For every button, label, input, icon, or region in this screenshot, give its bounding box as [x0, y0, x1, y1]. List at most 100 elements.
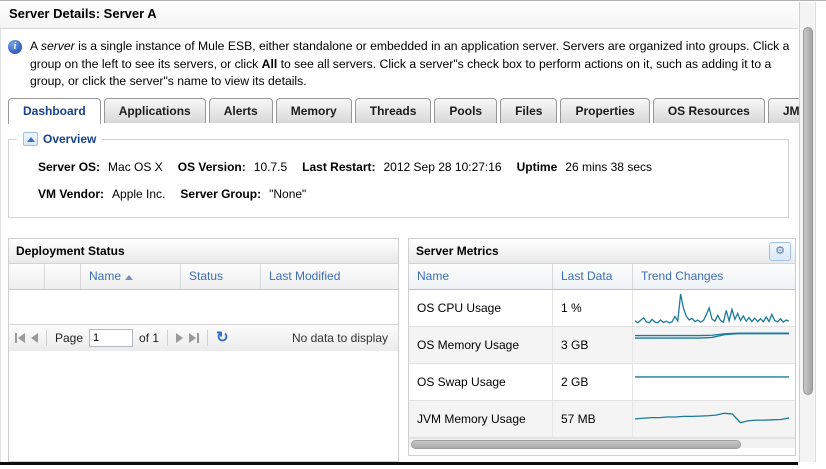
metric-row-os-cpu-usage: OS CPU Usage1 % [409, 290, 795, 327]
metric-trend-cell [633, 364, 795, 400]
metric-name: OS CPU Usage [409, 290, 553, 326]
metric-last-data: 1 % [553, 290, 633, 326]
horizontal-scrollbar-thumb[interactable] [411, 440, 741, 449]
chevron-up-icon [27, 137, 35, 142]
bottom-edge-bar [0, 462, 798, 465]
overview-border [8, 139, 789, 218]
tab-dashboard[interactable]: Dashboard [8, 98, 101, 124]
tab-os-resources[interactable]: OS Resources [653, 98, 765, 123]
toolbar-separator [207, 330, 208, 346]
paging-toolbar: Page of 1 ↻ No data to display [9, 324, 398, 351]
page-title-bar: Server Details: Server A [0, 1, 798, 29]
column-header-last-modified[interactable]: Last Modified [261, 264, 398, 289]
vertical-scrollbar-thumb[interactable] [803, 27, 813, 395]
gear-icon[interactable]: ⚙ [769, 242, 791, 261]
trend-sparkline [635, 365, 789, 399]
field-label: Server OS: [38, 160, 100, 174]
overview-row: VM Vendor: Apple Inc. Server Group: "None" [38, 187, 306, 201]
field-label: OS Version: [178, 160, 246, 174]
page-number-input[interactable] [89, 329, 133, 347]
field-value: 2012 Sep 28 10:27:16 [384, 160, 502, 174]
deployment-grid-empty-body [9, 290, 398, 324]
tab-memory[interactable]: Memory [276, 98, 352, 123]
field-label: Uptime [517, 160, 558, 174]
page-label: Page [55, 331, 83, 345]
info-icon: i [8, 40, 22, 54]
field-value: 10.7.5 [254, 160, 287, 174]
page-of-label: of 1 [139, 331, 159, 345]
overview-row: Server OS: Mac OS X OS Version: 10.7.5 Last … [38, 160, 652, 174]
collapse-toggle-button[interactable] [23, 132, 38, 146]
metric-trend-cell [633, 290, 795, 326]
server-metrics-panel: Server Metrics ⚙ NameLast DataTrend Chan… [408, 238, 796, 456]
column-header-label: Last Modified [269, 264, 340, 289]
overview-field-server-group: Server Group: "None" [180, 187, 306, 201]
column-header-blank[interactable] [9, 264, 45, 289]
refresh-icon[interactable]: ↻ [216, 330, 229, 346]
server-info-note: i A server is a single instance of Mule … [8, 38, 792, 91]
field-value: Mac OS X [108, 160, 163, 174]
field-value: 26 mins 38 secs [565, 160, 652, 174]
column-header-blank[interactable] [45, 264, 81, 289]
tab-jmx[interactable]: JMX [768, 98, 800, 123]
tab-threads[interactable]: Threads [355, 98, 432, 123]
metric-row-os-memory-usage: OS Memory Usage3 GB [409, 327, 795, 364]
overview-field-server-os: Server OS: Mac OS X [38, 160, 163, 174]
first-page-button[interactable] [15, 333, 25, 343]
previous-page-button[interactable] [31, 333, 38, 343]
trend-sparkline [635, 402, 789, 436]
page-title: Server Details: Server A [9, 6, 157, 21]
field-label: VM Vendor: [38, 187, 104, 201]
deployment-panel-header: Deployment Status [9, 239, 398, 264]
metrics-grid-header: NameLast DataTrend Changes [409, 264, 795, 290]
info-text: A server is a single instance of Mule ES… [30, 38, 792, 91]
deployment-status-panel: Deployment Status Name Status Last Modifie… [8, 238, 399, 462]
next-page-button[interactable] [176, 333, 183, 343]
vertical-scrollbar-track[interactable] [799, 2, 816, 462]
column-header-label: Status [189, 264, 223, 289]
overview-fieldset: Overview Server OS: Mac OS X OS Version: 10… [8, 132, 789, 218]
metric-last-data: 57 MB [553, 401, 633, 437]
metric-last-data: 2 GB [553, 364, 633, 400]
deployment-panel-title: Deployment Status [16, 239, 125, 263]
tab-properties[interactable]: Properties [560, 98, 649, 123]
trend-sparkline [635, 291, 789, 325]
trend-sparkline [635, 328, 789, 362]
field-label: Server Group: [180, 187, 261, 201]
info-text-emph: server [41, 39, 75, 53]
column-header-status[interactable]: Status [181, 264, 261, 289]
field-value: Apple Inc. [112, 187, 165, 201]
tab-applications[interactable]: Applications [104, 98, 206, 123]
overview-legend-label: Overview [43, 132, 96, 146]
column-header-name[interactable]: Name [409, 264, 553, 289]
last-page-button[interactable] [189, 333, 199, 343]
info-text-bold: All [262, 57, 278, 71]
column-header-last-data[interactable]: Last Data [553, 264, 633, 289]
field-label: Last Restart: [302, 160, 375, 174]
sort-asc-icon [125, 275, 133, 280]
metric-trend-cell [633, 327, 795, 363]
metric-trend-cell [633, 401, 795, 437]
column-header-name[interactable]: Name [81, 264, 181, 289]
metrics-panel-title: Server Metrics [416, 239, 499, 263]
field-value: "None" [269, 187, 306, 201]
toolbar-separator [46, 330, 47, 346]
metrics-grid-body: OS CPU Usage1 %OS Memory Usage3 GBOS Swa… [409, 290, 795, 438]
overview-legend: Overview [17, 132, 102, 146]
tab-pools[interactable]: Pools [434, 98, 497, 123]
column-header-trend-changes[interactable]: Trend Changes [633, 264, 795, 289]
metrics-panel-header: Server Metrics ⚙ [409, 239, 795, 264]
deployment-grid-header: Name Status Last Modified [9, 264, 398, 290]
tab-files[interactable]: Files [500, 98, 557, 123]
info-text-part1: A [30, 39, 41, 53]
horizontal-scrollbar-track[interactable] [409, 438, 795, 448]
metric-name: JVM Memory Usage [409, 401, 553, 437]
tab-alerts[interactable]: Alerts [209, 98, 273, 123]
overview-field-os-version: OS Version: 10.7.5 [178, 160, 287, 174]
overview-field-last-restart: Last Restart: 2012 Sep 28 10:27:16 [302, 160, 501, 174]
column-header-label: Name [89, 264, 121, 289]
metric-row-jvm-memory-usage: JVM Memory Usage57 MB [409, 401, 795, 438]
overview-field-vm-vendor: VM Vendor: Apple Inc. [38, 187, 165, 201]
empty-grid-message: No data to display [292, 331, 392, 345]
overview-field-uptime: Uptime 26 mins 38 secs [517, 160, 652, 174]
